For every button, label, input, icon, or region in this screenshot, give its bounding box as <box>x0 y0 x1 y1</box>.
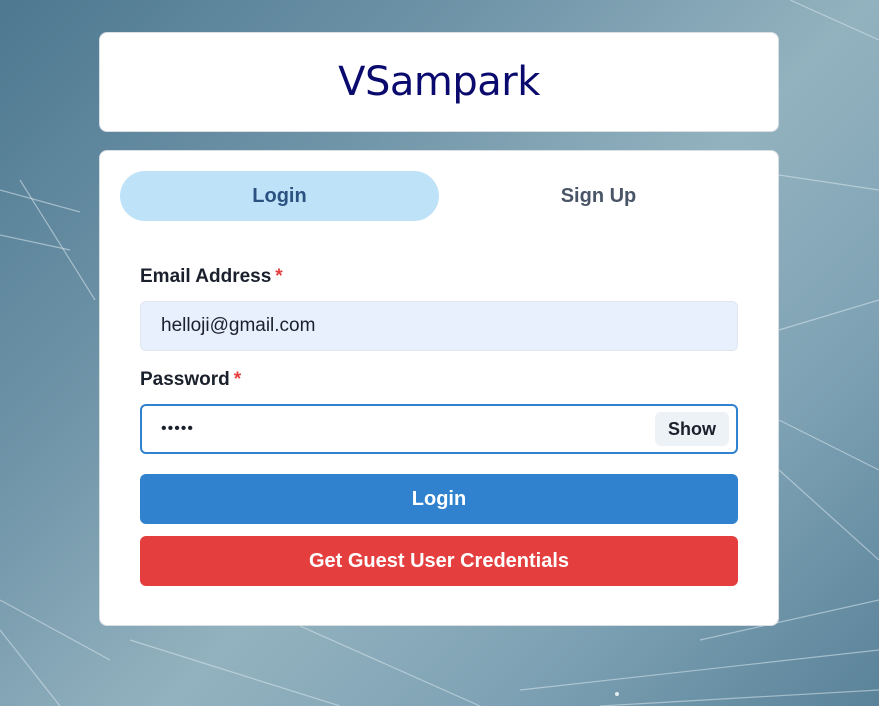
tab-login[interactable]: Login <box>120 171 439 221</box>
password-label: Password * <box>140 369 241 391</box>
email-field[interactable]: helloji@gmail.com <box>140 301 738 351</box>
email-value: helloji@gmail.com <box>161 315 316 336</box>
password-label-text: Password <box>140 369 230 390</box>
password-field[interactable]: ••••• Show <box>140 404 738 454</box>
show-password-button[interactable]: Show <box>655 412 729 446</box>
email-label-text: Email Address <box>140 266 272 287</box>
auth-card: Login Sign Up Email Address * helloji@gma… <box>99 150 779 626</box>
guest-credentials-button[interactable]: Get Guest User Credentials <box>140 536 738 586</box>
tab-sign-up[interactable]: Sign Up <box>439 171 758 221</box>
header-card: VSampark <box>99 32 779 132</box>
email-label: Email Address * <box>140 266 283 288</box>
auth-tabs: Login Sign Up <box>120 171 758 221</box>
email-required-mark: * <box>275 266 283 287</box>
login-button[interactable]: Login <box>140 474 738 524</box>
password-masked-value: ••••• <box>161 420 195 437</box>
password-required-mark: * <box>233 369 242 390</box>
app-title: VSampark <box>338 59 540 105</box>
